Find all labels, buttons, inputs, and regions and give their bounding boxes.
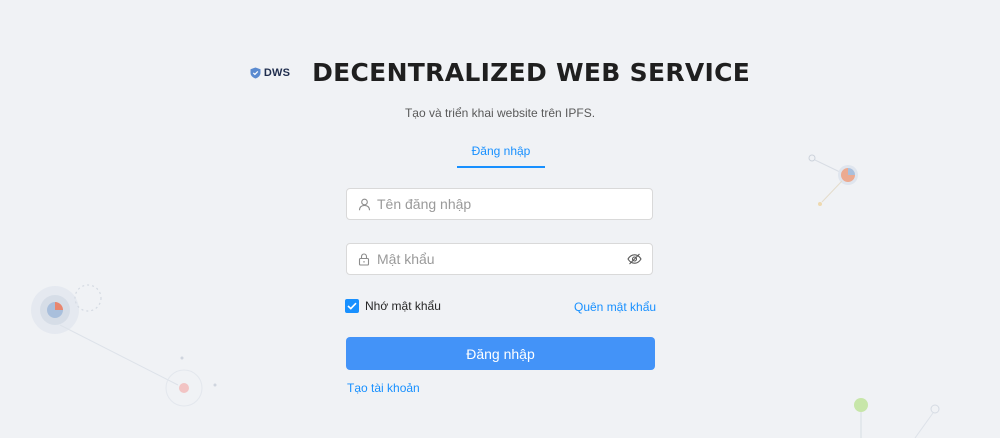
page-title: DECENTRALIZED WEB SERVICE xyxy=(312,58,751,87)
username-field[interactable] xyxy=(346,188,653,220)
create-account-link[interactable]: Tạo tài khoản xyxy=(347,381,420,395)
eye-invisible-icon[interactable] xyxy=(626,251,642,267)
tab-login[interactable]: Đăng nhập xyxy=(457,143,545,159)
forgot-password-link[interactable]: Quên mật khẩu xyxy=(574,300,656,314)
page-description: Tạo và triển khai website trên IPFS. xyxy=(404,106,596,120)
logo: DWS xyxy=(250,67,290,79)
user-icon xyxy=(357,197,371,211)
remember-label: Nhớ mật khẩu xyxy=(365,299,441,313)
lock-icon xyxy=(357,252,371,266)
login-button[interactable]: Đăng nhập xyxy=(346,337,655,370)
tab-ink-bar xyxy=(457,166,545,168)
password-input[interactable] xyxy=(377,245,626,273)
logo-text: DWS xyxy=(263,66,291,79)
remember-me[interactable]: Nhớ mật khẩu xyxy=(345,299,441,313)
check-icon xyxy=(347,302,357,310)
shield-logo-icon xyxy=(250,67,261,78)
password-field[interactable] xyxy=(346,243,653,275)
header: DWS DECENTRALIZED WEB SERVICE xyxy=(0,58,1000,87)
username-input[interactable] xyxy=(377,190,652,218)
remember-checkbox[interactable] xyxy=(345,299,359,313)
login-tabs: Đăng nhập xyxy=(457,143,545,168)
